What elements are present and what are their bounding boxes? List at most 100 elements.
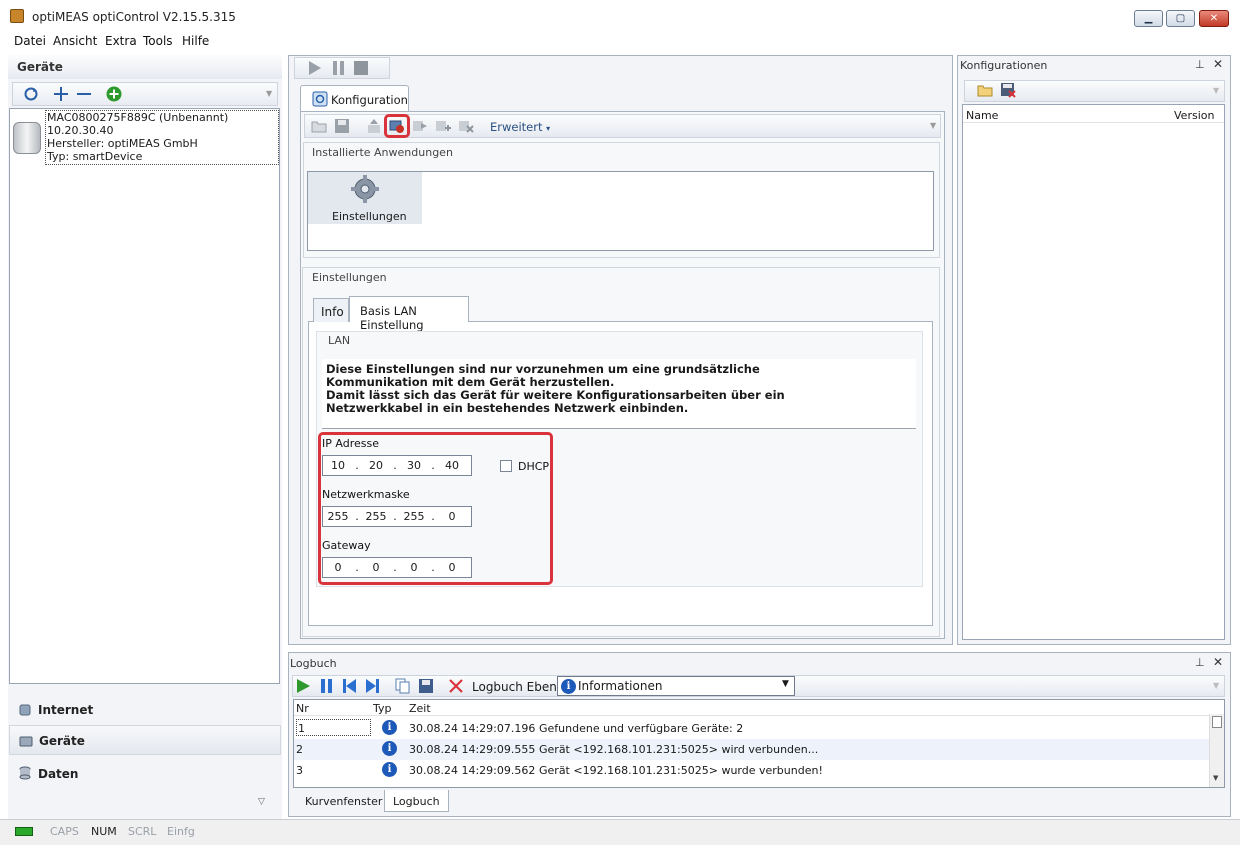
tab-info[interactable]: Info bbox=[313, 298, 349, 322]
ip-octet-2[interactable]: 20 bbox=[361, 459, 391, 472]
mask-octet-2[interactable]: 255 bbox=[361, 510, 391, 523]
pause-icon[interactable] bbox=[331, 60, 346, 76]
skip-back-icon[interactable] bbox=[342, 678, 357, 694]
info-line: Netzwerkkabel in ein bestehendes Netzwer… bbox=[326, 401, 689, 415]
ip-octet-4[interactable]: 40 bbox=[437, 459, 467, 472]
nav-daten[interactable]: Daten bbox=[9, 759, 281, 789]
tab-basis-lan[interactable]: Basis LAN Einstellung bbox=[349, 296, 469, 332]
gateway-octet-2[interactable]: 0 bbox=[361, 561, 391, 574]
status-einfg: Einfg bbox=[167, 825, 195, 838]
configurations-header: Konfigurationen bbox=[960, 59, 1048, 72]
log-message: Gerät <192.168.101.231:5025> wurde verbu… bbox=[539, 764, 823, 777]
toolbar-overflow-icon[interactable]: ▼ bbox=[1213, 681, 1219, 690]
device-icon bbox=[13, 122, 41, 154]
device-type: Typ: smartDevice bbox=[47, 150, 143, 163]
nav-geraete[interactable]: Geräte bbox=[9, 725, 281, 755]
log-header: Logbuch bbox=[290, 657, 337, 670]
log-scrollbar[interactable]: ▼ bbox=[1209, 714, 1224, 787]
open-icon[interactable] bbox=[311, 118, 327, 134]
add-item-icon[interactable] bbox=[435, 118, 451, 134]
folder-open-icon[interactable] bbox=[977, 82, 994, 98]
menu-tools[interactable]: Tools bbox=[143, 34, 173, 48]
gateway-octet-1[interactable]: 0 bbox=[323, 561, 353, 574]
log-level-select[interactable]: i Informationen ▼ bbox=[557, 676, 795, 696]
column-typ[interactable]: Typ bbox=[373, 702, 392, 715]
installed-apps-title: Installierte Anwendungen bbox=[312, 146, 453, 159]
transfer-config-icon[interactable] bbox=[389, 118, 405, 134]
close-panel-icon[interactable]: ✕ bbox=[1213, 57, 1223, 71]
close-panel-icon[interactable]: ✕ bbox=[1213, 655, 1223, 669]
close-icon: ✕ bbox=[1209, 13, 1219, 24]
erweitert-dropdown[interactable]: Erweitert ▾ bbox=[490, 120, 550, 134]
close-button[interactable]: ✕ bbox=[1199, 10, 1229, 27]
log-header-row bbox=[294, 700, 1209, 716]
scroll-thumb[interactable] bbox=[1212, 716, 1222, 728]
menu-hilfe[interactable]: Hilfe bbox=[182, 34, 209, 48]
maximize-button[interactable]: ▢ bbox=[1166, 10, 1195, 27]
log-row[interactable]: 2 i 30.08.24 14:29:09.555 Gerät <192.168… bbox=[294, 739, 1209, 760]
add-icon[interactable] bbox=[53, 86, 69, 102]
clear-icon[interactable] bbox=[448, 678, 464, 694]
save-icon[interactable] bbox=[334, 118, 350, 134]
app-tile-label: Einstellungen bbox=[332, 210, 407, 223]
info-icon: i bbox=[382, 720, 397, 735]
nav-expand-icon[interactable]: ▽ bbox=[258, 797, 265, 807]
toolbar-overflow-icon[interactable]: ▼ bbox=[1213, 86, 1219, 95]
gateway-octet-4[interactable]: 0 bbox=[437, 561, 467, 574]
gateway-octet-3[interactable]: 0 bbox=[399, 561, 429, 574]
remove-icon[interactable] bbox=[76, 86, 92, 102]
netmask-field[interactable]: 255. 255. 255. 0 bbox=[322, 506, 472, 527]
log-level-value: Informationen bbox=[578, 679, 663, 693]
menu-extra[interactable]: Extra bbox=[105, 34, 137, 48]
info-icon: i bbox=[382, 741, 397, 756]
export-icon[interactable] bbox=[412, 118, 428, 134]
pause-icon[interactable] bbox=[319, 678, 334, 694]
play-icon[interactable] bbox=[307, 60, 322, 76]
device-entry[interactable]: MAC0800275F889C (Unbenannt) 10.20.30.40 … bbox=[45, 110, 279, 165]
log-time: 30.08.24 14:29:09.555 bbox=[409, 743, 536, 756]
tab-konfiguration-label: Konfiguration bbox=[331, 93, 408, 107]
dhcp-checkbox[interactable] bbox=[500, 460, 512, 472]
scroll-down-icon[interactable]: ▼ bbox=[1213, 774, 1218, 782]
column-version[interactable]: Version bbox=[1174, 109, 1214, 122]
stop-icon[interactable] bbox=[354, 61, 368, 75]
toolbar-overflow-icon[interactable]: ▼ bbox=[266, 89, 272, 98]
log-row[interactable]: 3 i 30.08.24 14:29:09.562 Gerät <192.168… bbox=[294, 760, 1209, 781]
mask-octet-1[interactable]: 255 bbox=[323, 510, 353, 523]
copy-icon[interactable] bbox=[395, 678, 410, 694]
status-scrl: SCRL bbox=[128, 825, 157, 838]
connection-indicator bbox=[15, 827, 33, 836]
tab-logbuch[interactable]: Logbuch bbox=[384, 790, 449, 812]
minimize-button[interactable]: ▁ bbox=[1134, 10, 1163, 27]
column-nr[interactable]: Nr bbox=[296, 702, 309, 715]
mask-octet-3[interactable]: 255 bbox=[399, 510, 429, 523]
device-name: MAC0800275F889C (Unbenannt) bbox=[47, 111, 229, 124]
maximize-icon: ▢ bbox=[1175, 13, 1186, 24]
ip-octet-3[interactable]: 30 bbox=[399, 459, 429, 472]
app-icon bbox=[10, 9, 24, 23]
play-icon[interactable] bbox=[296, 678, 311, 694]
tab-kurvenfenster[interactable]: Kurvenfenster bbox=[297, 790, 390, 812]
skip-forward-icon[interactable] bbox=[365, 678, 380, 694]
nav-internet[interactable]: Internet bbox=[9, 695, 281, 725]
pin-icon[interactable]: ⊥ bbox=[1195, 656, 1205, 669]
ip-address-field[interactable]: 10. 20. 30. 40 bbox=[322, 455, 472, 476]
mask-octet-4[interactable]: 0 bbox=[437, 510, 467, 523]
delete-config-icon[interactable] bbox=[1000, 82, 1017, 98]
refresh-icon[interactable] bbox=[23, 86, 39, 102]
column-zeit[interactable]: Zeit bbox=[409, 702, 431, 715]
menu-ansicht[interactable]: Ansicht bbox=[53, 34, 97, 48]
delete-item-icon[interactable] bbox=[458, 118, 474, 134]
menu-datei[interactable]: Datei bbox=[14, 34, 46, 48]
add-green-icon[interactable] bbox=[106, 86, 122, 102]
gateway-field[interactable]: 0. 0. 0. 0 bbox=[322, 557, 472, 578]
app-tile-einstellungen[interactable]: Einstellungen bbox=[308, 172, 422, 224]
pin-icon[interactable]: ⊥ bbox=[1195, 58, 1205, 71]
log-row[interactable]: 1 i 30.08.24 14:29:07.196 Gefundene und … bbox=[294, 718, 1209, 739]
toolbar-overflow-icon[interactable]: ▼ bbox=[930, 121, 936, 130]
upload-icon[interactable] bbox=[366, 118, 382, 134]
tab-konfiguration[interactable]: Konfiguration bbox=[300, 85, 409, 112]
ip-octet-1[interactable]: 10 bbox=[323, 459, 353, 472]
column-name[interactable]: Name bbox=[966, 109, 998, 122]
save-icon[interactable] bbox=[418, 678, 434, 694]
